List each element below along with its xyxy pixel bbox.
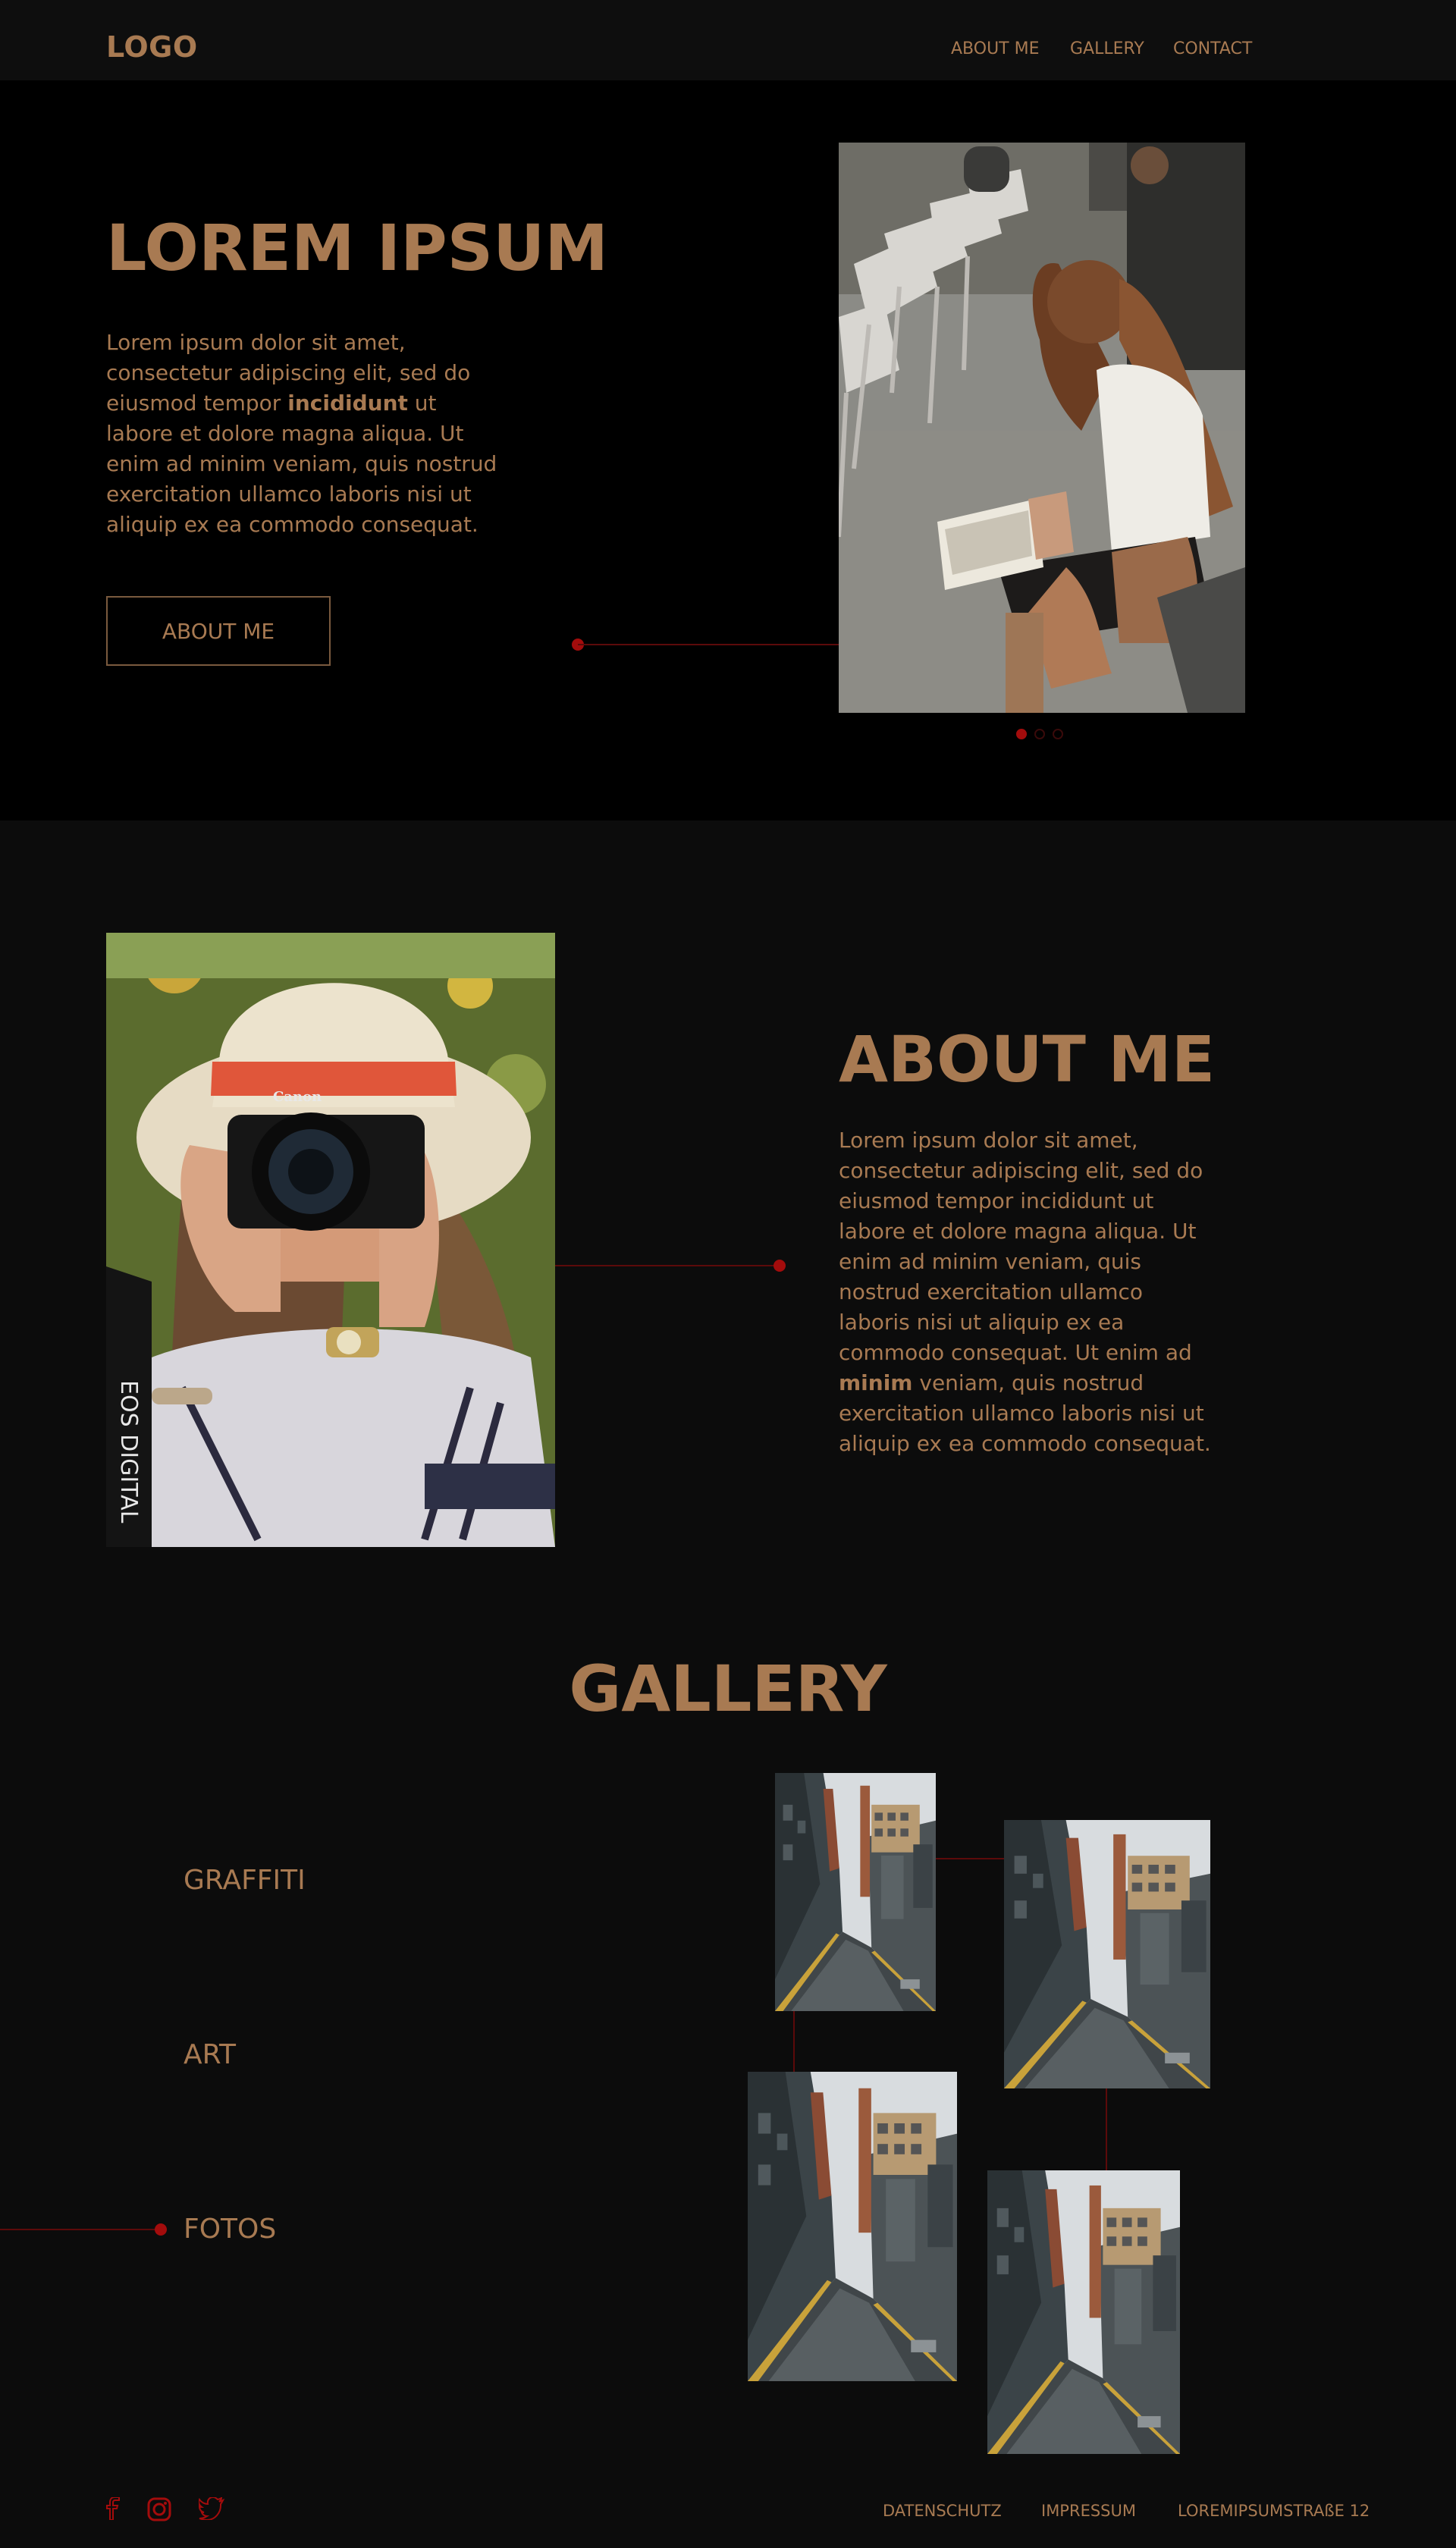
gallery-connector-line-2 <box>793 2011 795 2072</box>
about-title: ABOUT ME <box>839 1022 1216 1097</box>
gallery-photo-2[interactable] <box>1004 1820 1210 2088</box>
gallery-title: GALLERY <box>569 1652 887 1726</box>
woman-reading-image <box>839 143 1245 713</box>
nav-gallery[interactable]: GALLERY <box>1070 39 1144 58</box>
instagram-icon[interactable] <box>147 2497 171 2524</box>
gallery-connector-line-1 <box>936 1858 1004 1859</box>
slider-dot-1[interactable] <box>1016 729 1027 739</box>
alley-image <box>987 2170 1180 2454</box>
hero-title: LOREM IPSUM <box>106 211 608 285</box>
camera-brand-text: Canon <box>273 1089 322 1105</box>
photographer-image: Canon EOS DIGITAL <box>106 933 555 1547</box>
gallery-photo-4[interactable] <box>987 2170 1180 2454</box>
twitter-icon[interactable] <box>198 2496 225 2523</box>
slider-dot-2[interactable] <box>1034 729 1045 739</box>
footer-address: LOREMIPSUMSTRAßE 12 <box>1178 2502 1370 2520</box>
slider-dot-3[interactable] <box>1053 729 1063 739</box>
about-photo: Canon EOS DIGITAL <box>106 933 555 1547</box>
hero-photo <box>839 143 1245 713</box>
footer-datenschutz[interactable]: DATENSCHUTZ <box>883 2502 1002 2520</box>
about-connector-line <box>555 1265 775 1266</box>
hero-text: Lorem ipsum dolor sit amet, consectetur … <box>106 330 497 537</box>
category-fotos[interactable]: FOTOS <box>184 2214 276 2245</box>
slider-dots <box>1016 729 1063 739</box>
facebook-icon[interactable] <box>105 2496 121 2523</box>
category-art[interactable]: ART <box>184 2039 236 2070</box>
nav-about-me[interactable]: ABOUT ME <box>951 39 1040 58</box>
strap-text: EOS DIGITAL <box>115 1380 142 1523</box>
nav-contact[interactable]: CONTACT <box>1173 39 1252 58</box>
about-connector-dot <box>774 1260 786 1272</box>
alley-image <box>775 1773 936 2011</box>
about-me-button[interactable]: ABOUT ME <box>106 596 331 666</box>
alley-image <box>1004 1820 1210 2088</box>
about-text: Lorem ipsum dolor sit amet, consectetur … <box>839 1128 1211 1456</box>
site-header: LOGO ABOUT ME GALLERY CONTACT <box>0 0 1456 80</box>
gallery-connector-line-3 <box>1106 2088 1107 2170</box>
category-connector-dot <box>155 2223 167 2236</box>
gallery-photo-3[interactable] <box>748 2072 957 2381</box>
category-connector-line <box>0 2229 156 2230</box>
gallery-photo-1[interactable] <box>775 1773 936 2011</box>
hero-section: LOREM IPSUM Lorem ipsum dolor sit amet, … <box>0 80 1456 821</box>
alley-image <box>748 2072 957 2381</box>
logo[interactable]: LOGO <box>106 30 198 64</box>
category-graffiti[interactable]: GRAFFITI <box>184 1865 306 1896</box>
footer-impressum[interactable]: IMPRESSUM <box>1041 2502 1136 2520</box>
